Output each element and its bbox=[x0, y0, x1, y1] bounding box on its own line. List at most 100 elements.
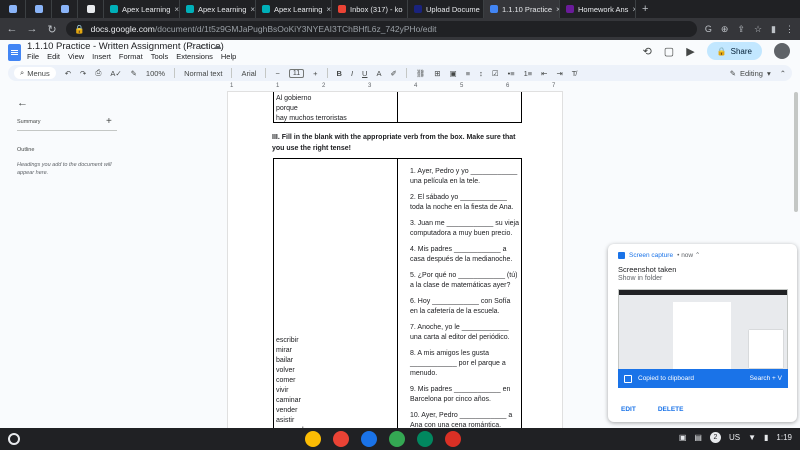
show-in-folder-link[interactable]: Show in folder bbox=[618, 275, 662, 282]
clock[interactable]: 1:19 bbox=[776, 433, 792, 442]
locale-label[interactable]: US bbox=[729, 433, 740, 442]
comments-icon[interactable]: ▢ bbox=[664, 45, 674, 58]
close-tab-icon[interactable]: × bbox=[632, 5, 635, 14]
bullet-list-icon[interactable]: •≡ bbox=[508, 69, 515, 78]
menu-extensions[interactable]: Extensions bbox=[176, 52, 213, 61]
scrollbar[interactable] bbox=[794, 92, 798, 212]
italic-icon[interactable]: I bbox=[351, 69, 353, 78]
editing-mode-select[interactable]: ✎ Editing ▾ bbox=[730, 69, 771, 78]
spellcheck-icon[interactable]: A✓ bbox=[110, 69, 121, 78]
browser-tab[interactable]: Upload Docume× bbox=[408, 0, 484, 18]
reload-icon[interactable]: ↻ bbox=[46, 23, 58, 36]
browser-tab[interactable] bbox=[0, 0, 26, 18]
gmail-icon[interactable] bbox=[333, 431, 349, 447]
answer-table[interactable]: Al gobierno porque hay muchos terroristas bbox=[273, 92, 522, 123]
notification-count[interactable]: 2 bbox=[709, 432, 721, 443]
undo-icon[interactable]: ↶ bbox=[65, 69, 71, 78]
sentence-list[interactable]: 1. Ayer, Pedro y yo ____________ una pel… bbox=[410, 167, 520, 428]
edit-button[interactable]: EDIT bbox=[621, 406, 636, 413]
star-icon[interactable]: ☆ bbox=[188, 41, 200, 51]
zoom-select[interactable]: 100% bbox=[146, 69, 165, 78]
ruler[interactable]: 1 1 2 3 4 5 6 7 bbox=[228, 82, 562, 92]
chrome-menu-icon[interactable]: ⋮ bbox=[785, 24, 794, 35]
collapse-toolbar-icon[interactable]: ⌃ bbox=[780, 69, 786, 78]
underline-icon[interactable]: U bbox=[362, 69, 367, 78]
browser-tab[interactable]: Inbox (317) - ko× bbox=[332, 0, 408, 18]
menu-view[interactable]: View bbox=[68, 52, 84, 61]
menu-insert[interactable]: Insert bbox=[92, 52, 111, 61]
verb-table[interactable]: escribir mirar bailar volver comer vivir camin… bbox=[273, 158, 522, 428]
chrome-icon[interactable] bbox=[305, 431, 321, 447]
print-icon[interactable]: ⎙ bbox=[95, 68, 101, 78]
new-tab-icon[interactable]: + bbox=[642, 3, 648, 15]
highlight-icon[interactable]: ✐ bbox=[390, 69, 396, 78]
screenshot-notification[interactable]: Screen capture • now ⌃ Screenshot taken S… bbox=[608, 244, 797, 422]
play-store-icon[interactable] bbox=[417, 431, 433, 447]
docs-logo-icon[interactable] bbox=[8, 44, 21, 61]
menu-tools[interactable]: Tools bbox=[151, 52, 169, 61]
menus-search[interactable]: ⌕ Menus bbox=[14, 67, 56, 79]
screenshot-thumbnail[interactable] bbox=[618, 289, 788, 371]
line-spacing-icon[interactable]: ↕ bbox=[479, 69, 483, 78]
verb-list[interactable]: escribir mirar bailar volver comer vivir camin… bbox=[276, 336, 310, 428]
classroom-icon[interactable] bbox=[389, 431, 405, 447]
add-summary-icon[interactable]: + bbox=[106, 116, 112, 127]
menu-help[interactable]: Help bbox=[221, 52, 236, 61]
version-history-icon[interactable]: ⟲ bbox=[643, 45, 652, 58]
menu-format[interactable]: Format bbox=[119, 52, 143, 61]
document-page[interactable]: Al gobierno porque hay muchos terroristas … bbox=[228, 92, 562, 428]
checklist-icon[interactable]: ☑ bbox=[492, 69, 499, 78]
align-icon[interactable]: ≡ bbox=[466, 69, 470, 78]
close-tab-icon[interactable]: × bbox=[250, 5, 255, 14]
instructions[interactable]: III. Fill in the blank with the appropri… bbox=[272, 132, 527, 154]
forward-icon[interactable]: → bbox=[26, 23, 38, 35]
move-folder-icon[interactable]: ▭ bbox=[200, 41, 213, 51]
browser-tab[interactable]: Apex Learning × bbox=[256, 0, 332, 18]
close-tab-icon[interactable]: × bbox=[326, 5, 331, 14]
launcher-icon[interactable] bbox=[8, 433, 20, 445]
menu-file[interactable]: File bbox=[27, 52, 39, 61]
numbered-list-icon[interactable]: 1≡ bbox=[524, 69, 533, 78]
menu-edit[interactable]: Edit bbox=[47, 52, 60, 61]
browser-tab[interactable] bbox=[26, 0, 52, 18]
share-button[interactable]: 🔒 Share bbox=[706, 42, 762, 60]
link-icon[interactable]: ⛓ bbox=[416, 69, 426, 78]
browser-tab[interactable] bbox=[78, 0, 104, 18]
browser-tab[interactable]: Homework Ans× bbox=[560, 0, 636, 18]
text-color-icon[interactable]: A bbox=[376, 69, 381, 78]
clipboard-icon[interactable]: ▤ bbox=[694, 433, 702, 442]
paint-format-icon[interactable]: ✎ bbox=[131, 69, 137, 78]
screen-capture-icon[interactable]: ▣ bbox=[679, 433, 687, 442]
browser-tab[interactable]: Apex Learning × bbox=[180, 0, 256, 18]
indent-decrease-icon[interactable]: ⇤ bbox=[541, 69, 547, 78]
font-select[interactable]: Arial bbox=[241, 69, 256, 78]
bold-icon[interactable]: B bbox=[337, 69, 342, 78]
back-arrow-icon[interactable]: ← bbox=[17, 97, 28, 109]
meet-icon[interactable]: ▶ bbox=[686, 45, 694, 58]
screencastify-icon[interactable] bbox=[445, 431, 461, 447]
bookmark-star-icon[interactable]: ☆ bbox=[754, 24, 762, 35]
zoom-icon[interactable]: ⊕ bbox=[721, 24, 729, 35]
font-size-field[interactable]: 11 bbox=[288, 68, 305, 78]
delete-button[interactable]: DELETE bbox=[658, 406, 684, 413]
style-select[interactable]: Normal text bbox=[184, 69, 222, 78]
table-cell[interactable]: Al gobierno porque hay muchos terroristas bbox=[276, 94, 347, 124]
font-size-increase[interactable]: + bbox=[313, 69, 317, 78]
indent-increase-icon[interactable]: ⇥ bbox=[556, 69, 562, 78]
image-icon[interactable]: ▣ bbox=[450, 69, 457, 78]
share-page-icon[interactable]: ⇪ bbox=[737, 24, 745, 35]
files-icon[interactable] bbox=[361, 431, 377, 447]
browser-tab[interactable]: Apex Learning × bbox=[104, 0, 180, 18]
comment-icon[interactable]: ⊞ bbox=[434, 69, 440, 78]
browser-tab[interactable]: 1.1.10 Practice× bbox=[484, 0, 560, 18]
close-tab-icon[interactable]: × bbox=[174, 5, 179, 14]
back-icon[interactable]: ← bbox=[6, 23, 18, 35]
browser-tab[interactable] bbox=[52, 0, 78, 18]
cloud-saved-icon[interactable]: ☁ bbox=[213, 41, 226, 51]
redo-icon[interactable]: ↷ bbox=[80, 69, 86, 78]
side-panel-icon[interactable]: ▮ bbox=[771, 24, 776, 35]
avatar[interactable] bbox=[774, 43, 790, 59]
google-lens-icon[interactable]: G bbox=[705, 24, 712, 35]
font-size-decrease[interactable]: − bbox=[275, 69, 279, 78]
url-input[interactable]: 🔒 docs.google.com/document/d/1t5z9GMJaPu… bbox=[66, 21, 697, 37]
